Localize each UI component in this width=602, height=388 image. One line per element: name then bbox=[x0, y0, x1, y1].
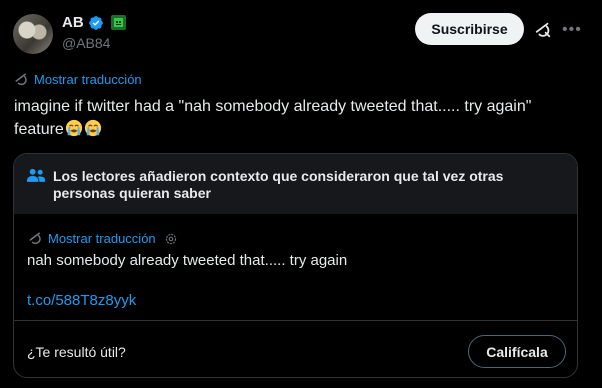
gear-icon[interactable] bbox=[164, 232, 178, 246]
community-note-text: nah somebody already tweeted that..... t… bbox=[27, 252, 348, 269]
note-show-translation-link[interactable]: Mostrar traducción bbox=[48, 231, 156, 246]
crying-face-emoji-icon bbox=[84, 119, 101, 137]
author-name-row: AB bbox=[62, 14, 126, 31]
people-icon bbox=[26, 168, 46, 182]
show-translation-link[interactable]: Mostrar traducción bbox=[34, 72, 142, 87]
verified-badge-icon bbox=[88, 15, 103, 30]
translate-icon bbox=[29, 232, 41, 245]
crying-face-emoji-icon bbox=[65, 119, 82, 137]
community-note-header: Los lectores añadieron contexto que cons… bbox=[14, 154, 577, 214]
community-note: Los lectores añadieron contexto que cons… bbox=[13, 153, 578, 378]
avatar[interactable] bbox=[13, 14, 53, 54]
rate-button[interactable]: Califícala bbox=[468, 335, 566, 368]
community-note-link[interactable]: t.co/588T8z8yyk bbox=[27, 292, 136, 309]
translate-icon bbox=[15, 73, 27, 86]
subscribe-button[interactable]: Suscribirse bbox=[415, 13, 524, 45]
alien-badge-icon bbox=[110, 15, 126, 30]
divider bbox=[14, 320, 577, 321]
note-translate[interactable]: Mostrar traducción bbox=[28, 231, 178, 246]
grok-icon[interactable] bbox=[534, 21, 552, 39]
author-name[interactable]: AB bbox=[62, 14, 84, 31]
tweet-header: AB @AB84 Suscribirse ••• bbox=[0, 0, 602, 66]
tweet-translate[interactable]: Mostrar traducción bbox=[14, 72, 142, 87]
helpful-question: ¿Te resultó útil? bbox=[27, 344, 126, 360]
tweet-text: imagine if twitter had a "nah somebody a… bbox=[14, 95, 584, 141]
community-note-title: Los lectores añadieron contexto que cons… bbox=[53, 168, 504, 201]
more-options-icon[interactable]: ••• bbox=[562, 20, 581, 40]
author-handle[interactable]: @AB84 bbox=[62, 35, 110, 51]
